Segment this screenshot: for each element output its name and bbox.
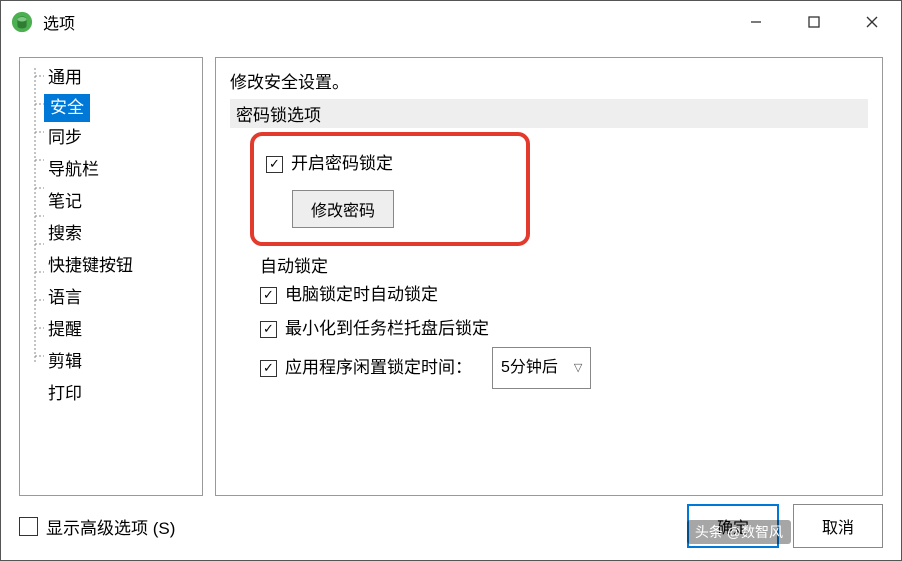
cancel-button[interactable]: 取消 — [793, 504, 883, 548]
titlebar: 选项 — [1, 1, 901, 43]
sidebar-item-reminders[interactable]: 提醒 — [44, 314, 202, 346]
sidebar-item-sync[interactable]: 同步 — [44, 122, 202, 154]
change-password-button[interactable]: 修改密码 — [292, 190, 394, 228]
section-password-lock: 密码锁选项 — [230, 99, 868, 128]
sidebar-item-print[interactable]: 打印 — [44, 378, 202, 410]
sidebar-item-language[interactable]: 语言 — [44, 282, 202, 314]
lock-on-pc-lock-label: 电脑锁定时自动锁定 — [285, 279, 438, 311]
maximize-button[interactable] — [785, 1, 843, 43]
close-button[interactable] — [843, 1, 901, 43]
lock-on-minimize-checkbox[interactable]: ✓ — [260, 321, 277, 338]
content-panel: 修改安全设置。 密码锁选项 ✓ 开启密码锁定 修改密码 自动锁定 ✓ 电脑锁定时… — [215, 57, 883, 496]
lock-on-minimize-label: 最小化到任务栏托盘后锁定 — [285, 313, 489, 345]
enable-password-lock-checkbox[interactable]: ✓ — [266, 156, 283, 173]
highlight-annotation: ✓ 开启密码锁定 修改密码 — [250, 132, 530, 246]
sidebar-item-general[interactable]: 通用 — [44, 62, 202, 94]
idle-lock-checkbox[interactable]: ✓ — [260, 360, 277, 377]
ok-button[interactable]: 确定 — [687, 504, 779, 548]
page-heading: 修改安全设置。 — [230, 68, 868, 93]
sidebar-item-shortcuts[interactable]: 快捷键按钮 — [44, 250, 202, 282]
minimize-button[interactable] — [727, 1, 785, 43]
sidebar: 通用 安全 同步 导航栏 笔记 搜索 快捷键按钮 语言 提醒 剪辑 打印 — [19, 57, 203, 496]
show-advanced-checkbox[interactable] — [19, 517, 38, 536]
lock-on-pc-lock-checkbox[interactable]: ✓ — [260, 287, 277, 304]
sidebar-item-clipping[interactable]: 剪辑 — [44, 346, 202, 378]
app-icon — [11, 11, 33, 33]
idle-lock-row: ✓ 应用程序闲置锁定时间： 5分钟后 ▽ — [260, 347, 868, 389]
window-title: 选项 — [43, 10, 727, 34]
sidebar-item-search[interactable]: 搜索 — [44, 218, 202, 250]
enable-password-lock-label: 开启密码锁定 — [291, 148, 393, 180]
footer: 显示高级选项 (S) 确定 取消 — [19, 504, 883, 548]
show-advanced-row[interactable]: 显示高级选项 (S) — [19, 514, 175, 539]
chevron-down-icon: ▽ — [574, 352, 582, 384]
lock-on-minimize-row[interactable]: ✓ 最小化到任务栏托盘后锁定 — [260, 313, 868, 345]
idle-lock-label: 应用程序闲置锁定时间： — [285, 352, 472, 384]
enable-password-lock-row[interactable]: ✓ 开启密码锁定 — [266, 148, 514, 180]
options-window: 选项 通用 安全 同步 导航栏 笔记 搜索 快捷键按钮 — [0, 0, 902, 561]
idle-lock-value: 5分钟后 — [501, 352, 558, 384]
sidebar-item-security[interactable]: 安全 — [44, 94, 90, 122]
sidebar-item-navbar[interactable]: 导航栏 — [44, 154, 202, 186]
show-advanced-label: 显示高级选项 (S) — [46, 514, 175, 539]
autolock-heading: 自动锁定 — [260, 252, 868, 277]
window-controls — [727, 1, 901, 43]
sidebar-item-notes[interactable]: 笔记 — [44, 186, 202, 218]
lock-on-pc-lock-row[interactable]: ✓ 电脑锁定时自动锁定 — [260, 279, 868, 311]
idle-lock-dropdown[interactable]: 5分钟后 ▽ — [492, 347, 591, 389]
